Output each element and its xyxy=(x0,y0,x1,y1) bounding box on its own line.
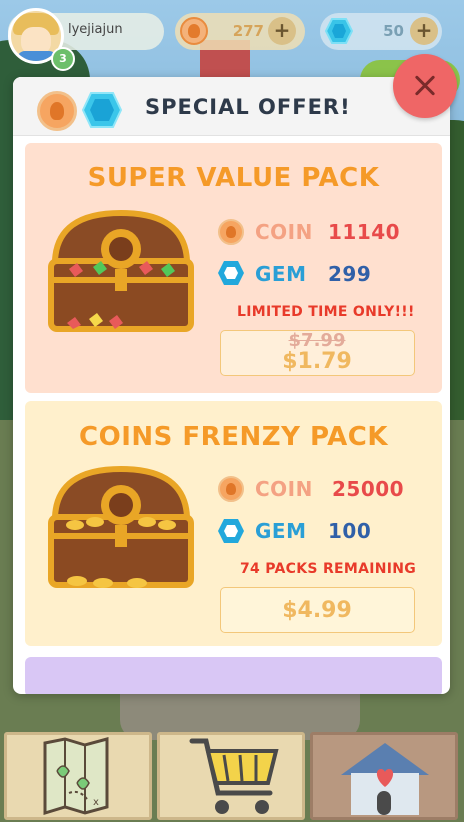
gem-icon xyxy=(325,18,353,44)
level-badge: 3 xyxy=(51,47,75,71)
buy-button[interactable]: $4.99 xyxy=(220,587,415,633)
coin-amount: 25000 xyxy=(332,477,405,501)
treasure-chest-coins-image xyxy=(48,465,194,588)
coin-icon xyxy=(37,91,77,131)
coin-balance: 277 xyxy=(232,22,264,40)
coin-label: COIN xyxy=(255,220,313,244)
limited-time-banner: LIMITED TIME ONLY!!! xyxy=(237,304,415,320)
add-coins-button[interactable]: + xyxy=(268,17,296,45)
gem-amount: 100 xyxy=(328,519,372,543)
shopping-cart-icon xyxy=(189,738,279,814)
buy-button[interactable]: $7.99 $1.79 xyxy=(220,330,415,376)
close-button[interactable] xyxy=(393,54,457,118)
nav-home-button[interactable] xyxy=(310,732,458,820)
offer-title: SUPER VALUE PACK xyxy=(87,163,380,193)
original-price: $7.99 xyxy=(288,330,346,351)
special-offer-modal: SPECIAL OFFER! SUPER VALUE PACK COIN 111… xyxy=(13,77,450,694)
price: $4.99 xyxy=(282,598,352,623)
coin-icon xyxy=(218,219,244,245)
sale-price: $1.79 xyxy=(282,349,352,374)
offer-card-coins-frenzy[interactable]: COINS FRENZY PACK COIN 25000 GEM 100 74 … xyxy=(25,401,442,646)
offer-card-partial[interactable] xyxy=(25,657,442,694)
gem-balance: 50 xyxy=(383,22,404,40)
gem-icon xyxy=(218,519,244,543)
gem-icon xyxy=(218,261,244,285)
gem-label: GEM xyxy=(255,519,307,543)
coin-icon xyxy=(218,476,244,502)
offer-card-super-value[interactable]: SUPER VALUE PACK COIN 11140 GEM 299 LIMI… xyxy=(25,143,442,393)
add-gems-button[interactable]: + xyxy=(410,17,438,45)
nav-shop-button[interactable] xyxy=(157,732,305,820)
bottom-nav: x xyxy=(0,730,464,822)
gem-amount: 299 xyxy=(328,262,372,286)
modal-title: SPECIAL OFFER! xyxy=(145,95,351,119)
username: lyejiajun xyxy=(68,22,123,37)
packs-remaining-banner: 74 PACKS REMAINING xyxy=(240,561,417,577)
modal-header: SPECIAL OFFER! xyxy=(13,77,450,136)
svg-text:x: x xyxy=(93,797,99,808)
coin-label: COIN xyxy=(255,477,313,501)
coin-amount: 11140 xyxy=(328,220,401,244)
coin-icon xyxy=(180,17,208,45)
gem-label: GEM xyxy=(255,262,307,286)
treasure-chest-gems-image xyxy=(48,209,194,332)
nav-map-button[interactable]: x xyxy=(4,732,152,820)
offer-title: COINS FRENZY PACK xyxy=(79,422,388,452)
home-icon xyxy=(341,743,429,815)
map-icon: x xyxy=(43,737,109,816)
gem-icon xyxy=(81,92,123,128)
